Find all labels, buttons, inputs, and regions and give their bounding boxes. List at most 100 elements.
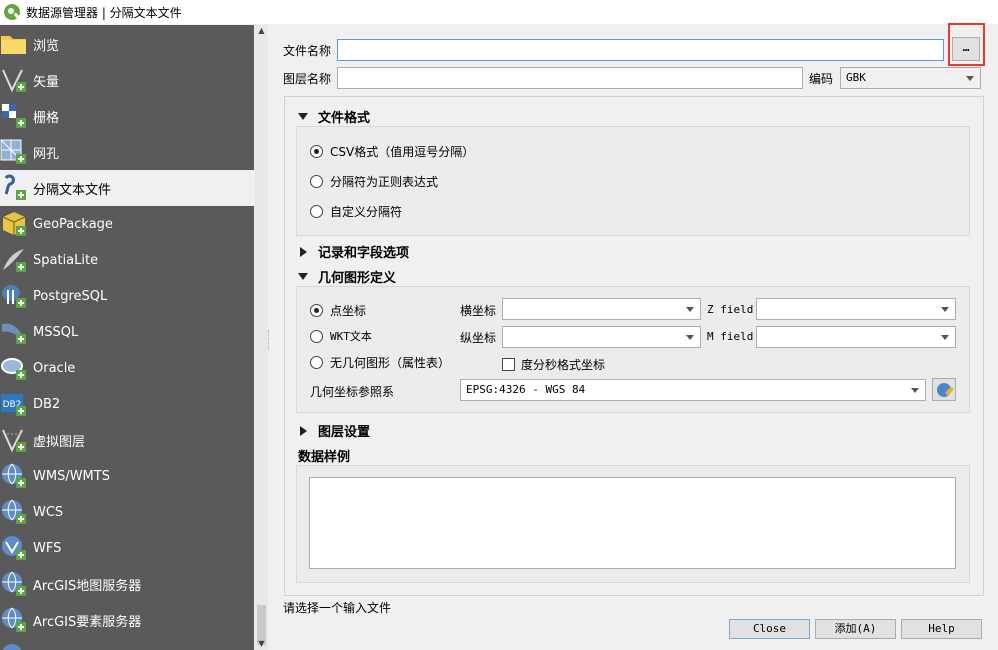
sidebar-item-label: PostgreSQL: [33, 288, 108, 304]
status-text: 请选择一个输入文件: [283, 601, 392, 615]
wcs-add-icon: [0, 498, 28, 526]
chevron-down-icon: [686, 307, 694, 312]
layer-name-input[interactable]: [337, 67, 803, 89]
add-button[interactable]: 添加(A): [815, 619, 896, 639]
chevron-down-icon: [941, 307, 949, 312]
encoding-value: GBK: [846, 71, 866, 84]
sidebar-item-label: DB2: [33, 396, 61, 412]
sidebar: 浏览 矢量 栅格 网孔 分隔文本文件 GeoPackage SpatiaLite: [0, 25, 254, 650]
sidebar-item-raster[interactable]: 栅格: [0, 98, 254, 134]
m-field-select[interactable]: [756, 326, 956, 348]
close-button[interactable]: Close: [729, 619, 810, 639]
sidebar-item-browse[interactable]: 浏览: [0, 26, 254, 62]
mesh-add-icon: [0, 138, 28, 166]
sidebar-item-postgresql[interactable]: PostgreSQL: [0, 278, 254, 314]
radio-label: 分隔符为正则表达式: [330, 175, 439, 189]
geometry-header[interactable]: 几何图形定义: [298, 267, 396, 286]
sample-data-table[interactable]: [309, 477, 956, 569]
sidebar-item-label: ArcGIS地图服务器: [33, 578, 142, 594]
sidebar-scrollbar[interactable]: ▲ ▼: [255, 25, 268, 650]
radio-regex[interactable]: 分隔符为正则表达式: [310, 173, 438, 190]
radio-label: 无几何图形（属性表）: [330, 356, 451, 370]
z-field-select[interactable]: [756, 298, 956, 320]
radio-icon: [310, 329, 323, 343]
radio-icon: [310, 175, 323, 188]
z-field-label: Z field: [707, 303, 754, 316]
sidebar-item-oracle[interactable]: Oracle: [0, 350, 254, 386]
x-field-label: 横坐标: [460, 304, 497, 318]
radio-csv[interactable]: CSV格式（值用逗号分隔）: [310, 143, 474, 160]
sidebar-item-wfs[interactable]: WFS: [0, 530, 254, 566]
radio-label: 点坐标: [330, 304, 367, 318]
layer-settings-header[interactable]: 图层设置: [298, 421, 370, 440]
radio-custom-delimiter[interactable]: 自定义分隔符: [310, 203, 402, 220]
sidebar-item-wcs[interactable]: WCS: [0, 494, 254, 530]
sidebar-item-arcgis-map[interactable]: ArcGIS地图服务器: [0, 566, 254, 602]
radio-point-coordinates[interactable]: 点坐标: [310, 302, 366, 319]
mssql-add-icon: [0, 318, 28, 346]
sidebar-item-mesh[interactable]: 网孔: [0, 134, 254, 170]
help-button[interactable]: Help: [901, 619, 982, 639]
arcgis-feature-add-icon: [0, 606, 28, 634]
radio-icon: [310, 356, 323, 369]
y-field-label: 纵坐标: [460, 331, 497, 345]
geopackage-add-icon: [0, 210, 28, 238]
sidebar-item-geopackage[interactable]: GeoPackage: [0, 206, 254, 242]
sidebar-item-arcgis-feature[interactable]: ArcGIS要素服务器: [0, 602, 254, 638]
record-options-header[interactable]: 记录和字段选项: [298, 242, 409, 261]
y-field-select[interactable]: [502, 326, 701, 348]
title-bar: 数据源管理器 | 分隔文本文件: [0, 0, 998, 24]
sidebar-item-label: ArcGIS要素服务器: [33, 614, 142, 630]
radio-label: WKT文本: [330, 330, 372, 343]
sidebar-item-label: Oracle: [33, 360, 76, 376]
file-name-input[interactable]: [337, 39, 944, 61]
crs-selector-button[interactable]: [932, 378, 956, 401]
record-options-title: 记录和字段选项: [318, 246, 410, 261]
folder-icon: [0, 30, 28, 58]
sidebar-item-delimited-text[interactable]: 分隔文本文件: [0, 170, 254, 206]
chevron-down-icon: [686, 335, 694, 340]
splitter-handle[interactable]: [268, 330, 271, 350]
sidebar-item-label: 矢量: [33, 74, 60, 90]
file-format-header[interactable]: 文件格式: [298, 107, 370, 126]
delimited-text-add-icon: [0, 174, 28, 202]
sidebar-item-partial[interactable]: [0, 638, 254, 650]
sample-data-title: 数据样例: [298, 450, 351, 465]
expand-icon: [300, 246, 307, 257]
wms-add-icon: [0, 462, 28, 490]
sidebar-item-db2[interactable]: DB2 DB2: [0, 386, 254, 422]
vector-add-icon: [0, 66, 28, 94]
crs-label: 几何坐标参照系: [310, 385, 395, 399]
qgis-logo-icon: [4, 4, 20, 20]
db2-add-icon: DB2: [0, 390, 28, 418]
sidebar-item-label: 浏览: [33, 38, 60, 54]
sidebar-item-label: WFS: [33, 540, 62, 556]
radio-no-geometry[interactable]: 无几何图形（属性表）: [310, 354, 450, 371]
collapse-icon: [298, 273, 308, 280]
scroll-up-icon[interactable]: ▲: [255, 25, 268, 37]
sidebar-item-label: WMS/WMTS: [33, 468, 110, 484]
sidebar-item-vector[interactable]: 矢量: [0, 62, 254, 98]
sample-data-header: 数据样例: [298, 446, 350, 465]
crs-select[interactable]: EPSG:4326 - WGS 84: [460, 379, 926, 401]
sidebar-item-mssql[interactable]: MSSQL: [0, 314, 254, 350]
geometry-title: 几何图形定义: [318, 271, 397, 286]
layer-name-label: 图层名称: [283, 72, 332, 86]
encoding-select[interactable]: GBK: [840, 67, 981, 89]
radio-selected-icon: [310, 145, 323, 158]
sidebar-item-spatialite[interactable]: SpatiaLite: [0, 242, 254, 278]
file-format-title: 文件格式: [318, 111, 371, 126]
layer-settings-title: 图层设置: [318, 425, 371, 440]
sidebar-item-wms[interactable]: WMS/WMTS: [0, 458, 254, 494]
dms-checkbox[interactable]: 度分秒格式坐标: [502, 356, 605, 373]
globe-add-icon: [0, 642, 28, 650]
window-title: 数据源管理器 | 分隔文本文件: [26, 5, 182, 20]
sidebar-item-virtual-layer[interactable]: 虚拟图层: [0, 422, 254, 458]
checkbox-icon: [502, 358, 515, 371]
scroll-down-icon[interactable]: ▼: [255, 638, 268, 650]
data-source-manager-window: 数据源管理器 | 分隔文本文件 浏览 矢量 栅格 网孔 分隔文本文件 GeoPa…: [0, 0, 998, 650]
radio-wkt[interactable]: WKT文本: [310, 328, 372, 344]
chevron-down-icon: [966, 76, 974, 81]
x-field-select[interactable]: [502, 298, 701, 320]
radio-label: CSV格式（值用逗号分隔）: [330, 145, 475, 159]
